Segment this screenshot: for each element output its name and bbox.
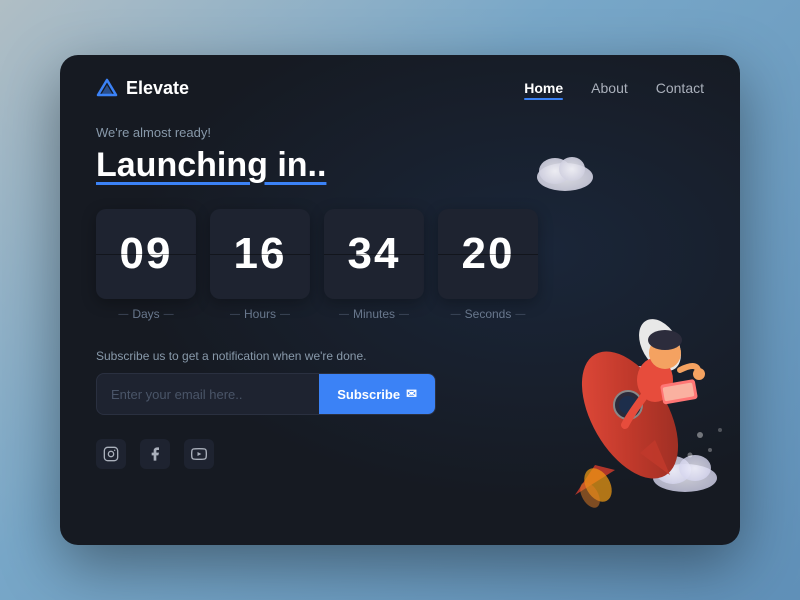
instagram-icon[interactable] [96, 439, 126, 469]
logo: Elevate [96, 77, 189, 99]
nav-about[interactable]: About [591, 80, 628, 96]
countdown-box-minutes: 34 [324, 209, 424, 299]
subscribe-form: Subscribe ✉ [96, 373, 436, 415]
subscribe-button[interactable]: Subscribe ✉ [319, 374, 435, 414]
logo-icon [96, 77, 118, 99]
logo-text: Elevate [126, 78, 189, 99]
nav-links: Home About Contact [524, 80, 704, 96]
hours-label: Hours [230, 307, 290, 321]
countdown-hours: 16 Hours [210, 209, 310, 321]
rocket-illustration [470, 175, 740, 515]
days-value: 09 [120, 229, 173, 279]
subtitle: We're almost ready! [96, 125, 704, 140]
facebook-icon[interactable] [140, 439, 170, 469]
countdown-days: 09 Days [96, 209, 196, 321]
countdown-box-days: 09 [96, 209, 196, 299]
days-label: Days [118, 307, 173, 321]
youtube-icon[interactable] [184, 439, 214, 469]
nav-home[interactable]: Home [524, 80, 563, 96]
minutes-value: 34 [348, 229, 401, 279]
nav-contact[interactable]: Contact [656, 80, 704, 96]
countdown-minutes: 34 Minutes [324, 209, 424, 321]
navbar: Elevate Home About Contact [60, 55, 740, 115]
email-input[interactable] [97, 387, 319, 402]
countdown-box-hours: 16 [210, 209, 310, 299]
main-card: Elevate Home About Contact We're almost … [60, 55, 740, 545]
minutes-label: Minutes [339, 307, 409, 321]
mail-icon: ✉ [406, 386, 417, 402]
hours-value: 16 [234, 229, 287, 279]
